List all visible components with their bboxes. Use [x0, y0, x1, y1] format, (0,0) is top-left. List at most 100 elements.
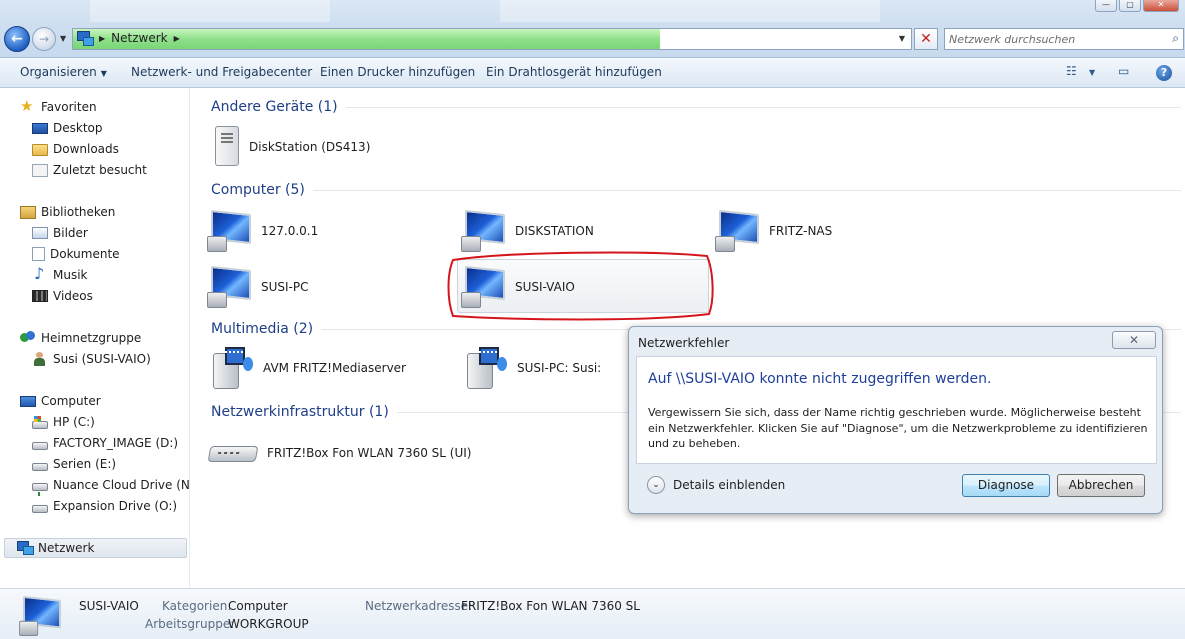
view-options-chevron-icon[interactable]: ▼	[1089, 68, 1095, 86]
sidebar-computer[interactable]: Computer	[20, 391, 101, 411]
change-view-icon[interactable]: ☷	[1066, 64, 1077, 82]
breadcrumb-arrow-icon[interactable]: ▶	[99, 34, 105, 43]
details-pane: SUSI-VAIO Kategorien: Computer Arbeitsgr…	[0, 588, 1185, 639]
category-divider	[312, 189, 1181, 191]
add-printer-button[interactable]: Einen Drucker hinzufügen	[320, 65, 475, 79]
preview-pane-icon[interactable]: ▭	[1118, 64, 1129, 82]
sidebar-item-label: Videos	[53, 289, 93, 303]
sidebar-item-label: Susi (SUSI-VAIO)	[53, 352, 151, 366]
sidebar-item-music[interactable]: Musik	[32, 264, 88, 285]
sidebar-item-label: Nuance Cloud Drive (N:)	[53, 478, 199, 492]
category-title: Computer (5)	[211, 182, 305, 198]
detail-workgroup-label: Arbeitsgruppe:	[145, 617, 235, 631]
libraries-icon	[20, 205, 36, 219]
sidebar-item-drive-e[interactable]: Serien (E:)	[32, 454, 116, 474]
sidebar-item-label: Zuletzt besucht	[53, 163, 147, 177]
forward-button[interactable]: →	[32, 27, 56, 51]
show-details-toggle[interactable]: ⌄ Details einblenden	[647, 476, 785, 494]
category-title: Multimedia (2)	[211, 321, 314, 337]
organize-menu-button[interactable]: Organisieren ▼	[20, 65, 107, 79]
computer-fritz-nas[interactable]: FRITZ-NAS	[715, 206, 832, 256]
sidebar-item-pictures[interactable]: Bilder	[32, 223, 88, 243]
help-icon: ?	[1156, 65, 1172, 81]
network-sharing-center-button[interactable]: Netzwerk- und Freigabecenter	[131, 65, 312, 79]
breadcrumb-network[interactable]: Netzwerk	[111, 31, 167, 45]
dialog-body: Auf \\SUSI-VAIO konnte nicht zugegriffen…	[636, 356, 1157, 464]
computer-susi-vaio[interactable]: SUSI-VAIO	[461, 262, 575, 312]
cancel-button[interactable]: Abbrechen	[1057, 474, 1145, 497]
sidebar-favorites[interactable]: Favoriten	[20, 97, 97, 117]
dialog-close-button[interactable]: ✕	[1112, 331, 1156, 349]
diagnose-button[interactable]: Diagnose	[962, 474, 1050, 497]
media-susi-pc[interactable]: SUSI-PC: Susi:	[463, 343, 601, 393]
media-avm-fritz-mediaserver[interactable]: AVM FRITZ!Mediaserver	[209, 343, 406, 393]
drive-icon	[32, 463, 48, 471]
network-error-dialog: Netzwerkfehler ✕ Auf \\SUSI-VAIO konnte …	[628, 326, 1163, 514]
help-button[interactable]: ?	[1156, 65, 1172, 83]
drive-icon	[32, 442, 48, 450]
dialog-heading: Auf \\SUSI-VAIO konnte nicht zugegriffen…	[648, 371, 992, 387]
sidebar-item-documents[interactable]: Dokumente	[32, 244, 120, 264]
address-breadcrumb: ▶ Netzwerk ▶	[77, 31, 180, 46]
drive-icon	[32, 505, 48, 513]
window-titlebar: — ▢ ✕ ← → ▼ ▶ Netzwerk ▶ ▼ ✕ ⌕	[0, 0, 1185, 58]
sidebar-item-videos[interactable]: Videos	[32, 286, 93, 306]
network-drive-icon	[32, 483, 48, 496]
sidebar-item-recent[interactable]: Zuletzt besucht	[32, 160, 147, 180]
network-icon	[17, 541, 34, 555]
sidebar-item-drive-d[interactable]: FACTORY_IMAGE (D:)	[32, 433, 178, 453]
sidebar-group-label: Netzwerk	[38, 541, 95, 555]
sidebar-item-label: Desktop	[53, 121, 103, 135]
computer-susi-pc[interactable]: SUSI-PC	[207, 262, 309, 312]
sidebar-item-drive-o[interactable]: Expansion Drive (O:)	[32, 496, 177, 516]
sidebar-item-desktop[interactable]: Desktop	[32, 118, 103, 138]
sidebar-libraries[interactable]: Bibliotheken	[20, 202, 115, 222]
sidebar-item-label: Dokumente	[50, 247, 120, 261]
sidebar-item-drive-c[interactable]: HP (C:)	[32, 412, 95, 432]
computer-127-0-0-1[interactable]: 127.0.0.1	[207, 206, 318, 256]
background-blur	[500, 0, 880, 22]
device-fritzbox[interactable]: FRITZ!Box Fon WLAN 7360 SL (UI)	[207, 428, 471, 478]
search-icon[interactable]: ⌕	[1172, 31, 1179, 46]
window-close-button[interactable]: ✕	[1143, 0, 1179, 12]
device-label: AVM FRITZ!Mediaserver	[263, 361, 406, 375]
navigation-pane: Favoriten Desktop Downloads Zuletzt besu…	[0, 88, 199, 588]
computer-icon	[715, 209, 761, 252]
search-box[interactable]: ⌕	[944, 28, 1184, 50]
add-wireless-device-button[interactable]: Ein Drahtlosgerät hinzufügen	[486, 65, 662, 79]
dialog-title: Netzwerkfehler	[638, 336, 730, 350]
sidebar-item-susi[interactable]: Susi (SUSI-VAIO)	[32, 349, 151, 369]
sidebar-homegroup[interactable]: Heimnetzgruppe	[20, 328, 141, 348]
minimize-button[interactable]: —	[1095, 0, 1117, 12]
computer-icon	[20, 395, 36, 407]
search-input[interactable]	[949, 31, 1159, 47]
show-details-label: Details einblenden	[673, 478, 786, 492]
recent-pages-dropdown-icon[interactable]: ▼	[60, 34, 66, 43]
category-other-devices[interactable]: Andere Geräte (1)	[211, 97, 1181, 117]
server-icon	[211, 126, 241, 168]
stop-icon[interactable]: ✕	[914, 28, 938, 50]
maximize-button[interactable]: ▢	[1119, 0, 1141, 12]
category-title: Andere Geräte (1)	[211, 99, 338, 115]
device-diskstation-ds413[interactable]: DiskStation (DS413)	[211, 122, 370, 172]
sidebar-item-drive-n[interactable]: Nuance Cloud Drive (N:)	[32, 475, 199, 496]
window-controls: — ▢ ✕	[1095, 0, 1179, 12]
computer-diskstation[interactable]: DISKSTATION	[461, 206, 594, 256]
documents-icon	[32, 247, 45, 261]
recent-places-icon	[32, 163, 48, 177]
breadcrumb-arrow-icon[interactable]: ▶	[174, 34, 180, 43]
videos-icon	[32, 290, 48, 302]
music-icon	[32, 264, 48, 283]
back-button[interactable]: ←	[4, 26, 30, 52]
homegroup-icon	[20, 331, 36, 345]
category-computers[interactable]: Computer (5)	[211, 180, 1181, 200]
user-icon	[32, 352, 48, 366]
sidebar-item-downloads[interactable]: Downloads	[32, 139, 119, 159]
computer-icon	[207, 209, 253, 252]
sidebar-network[interactable]: Netzwerk	[4, 538, 187, 558]
background-blur	[90, 0, 330, 22]
address-history-dropdown-icon[interactable]: ▼	[893, 28, 911, 50]
sidebar-item-label: Bilder	[53, 226, 88, 240]
chevron-down-icon: ⌄	[647, 476, 665, 494]
address-bar[interactable]: ▶ Netzwerk ▶	[72, 28, 912, 50]
